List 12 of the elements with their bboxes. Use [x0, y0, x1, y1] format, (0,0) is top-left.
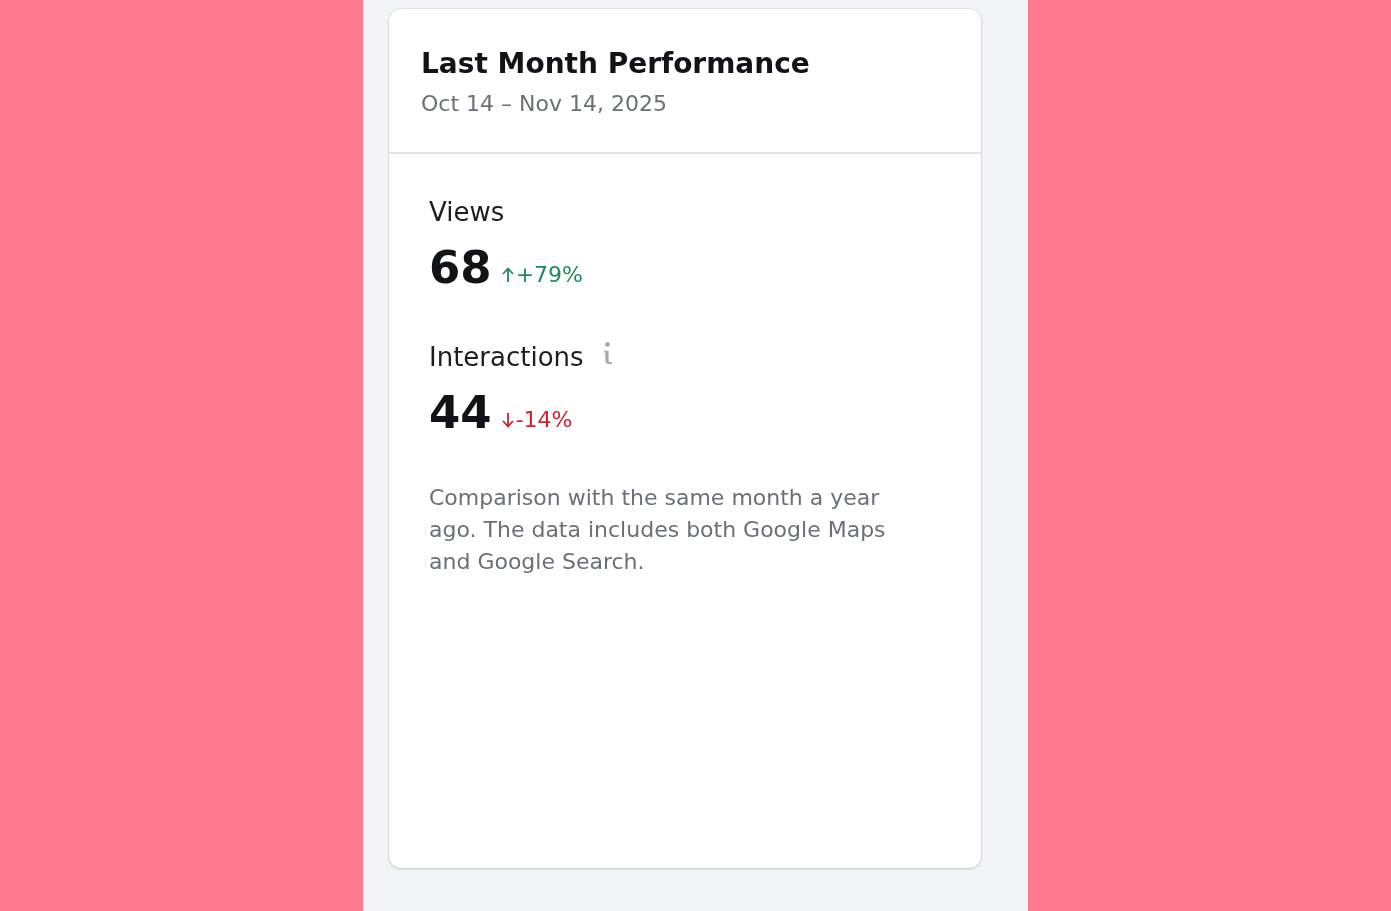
card-title: Last Month Performance [421, 46, 810, 82]
metric-value: 44 [429, 389, 492, 437]
comparison-note: Comparison with the same month a year ago. The data includes both Google Maps and Google Search. [429, 484, 887, 576]
metric-label: Interactions [429, 341, 584, 373]
metric-value: 68 [429, 244, 492, 292]
info-icon[interactable] [602, 342, 612, 364]
metric-label: Views [429, 196, 505, 228]
arrow-down-icon [501, 412, 514, 428]
change-percent: +79% [515, 263, 583, 287]
date-range: Oct 14 – Nov 14, 2025 [421, 90, 667, 118]
arrow-up-icon [501, 267, 514, 283]
change-percent: -14% [515, 408, 573, 432]
